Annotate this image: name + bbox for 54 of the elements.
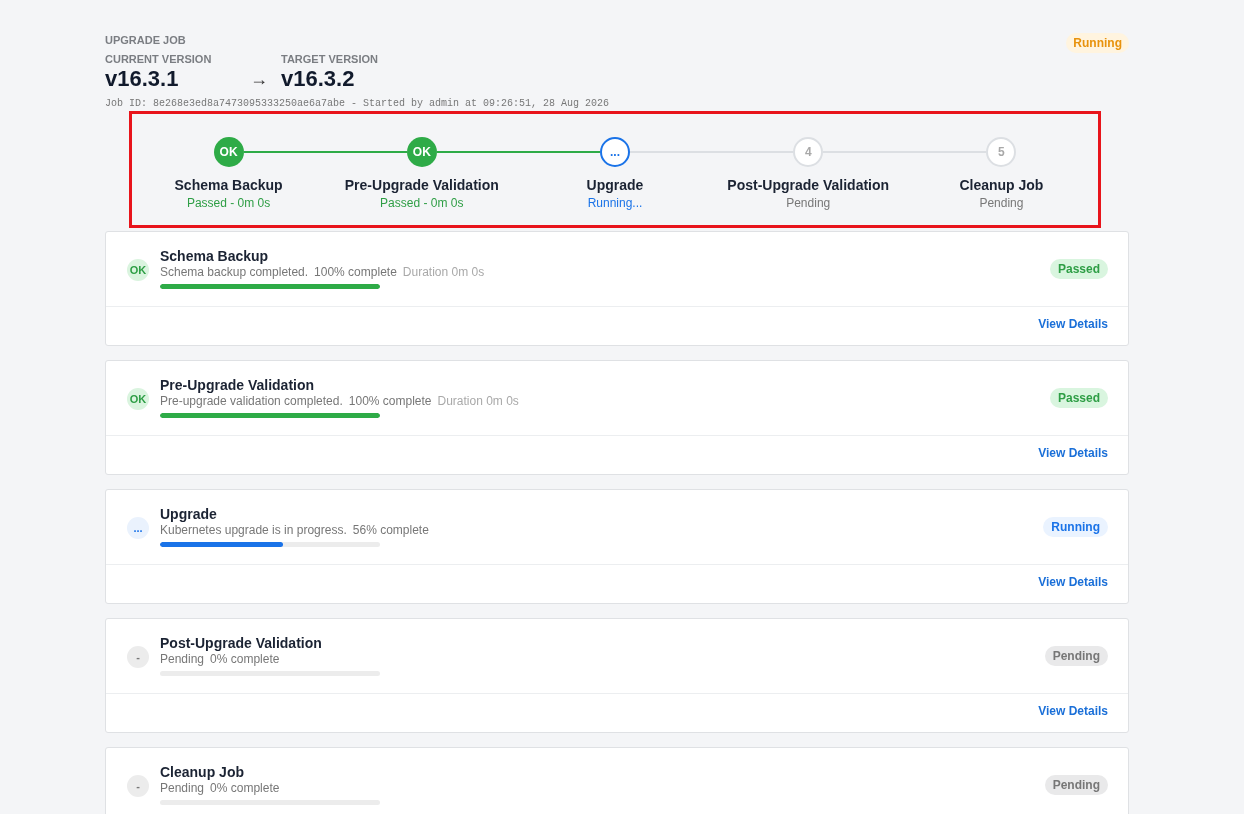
step-marker: OK [406,137,437,167]
step-name: Cleanup Job [959,177,1044,193]
step-message: Pending [160,651,205,667]
view-details-link[interactable]: View Details [1038,317,1108,331]
step-status: Pending [786,196,831,210]
step-status: Passed - 0m 0s [380,196,464,210]
card-title: Cleanup Job [160,764,245,780]
arrow-icon: → [250,66,281,92]
status-badge: Pending [1044,774,1108,795]
status-badge: Passed [1049,387,1108,408]
card-title: Upgrade [160,506,218,522]
view-details-link[interactable]: View Details [1038,704,1108,718]
version-label: TARGET VERSION [281,52,379,66]
status-badge: Passed [1049,258,1108,279]
progress-percent: 100% complete [348,393,432,409]
step-marker: ... [600,137,630,167]
duration: Duration 0m 0s [437,393,519,409]
step-status: Running... [587,196,643,210]
step-message: Pre-upgrade validation completed. [160,393,343,409]
status-marker: ... [127,516,149,539]
step-marker: OK [213,137,244,167]
view-details-link[interactable]: View Details [1038,446,1108,460]
status-badge: Pending [1044,645,1108,666]
status-badge: Running [1066,33,1129,53]
step-message: Kubernetes upgrade is in progress. [160,522,347,538]
step-marker: 5 [986,137,1017,167]
target-version: v16.3.2 [281,66,356,92]
step-name: Upgrade [586,177,644,193]
step-marker: 4 [793,137,824,167]
step-name: Schema Backup [174,177,283,193]
step-message: Schema backup completed. [160,264,309,280]
step-status: Pending [979,196,1024,210]
current-version: v16.3.1 [105,66,180,92]
view-details-link[interactable]: View Details [1038,575,1108,589]
status-marker: OK [127,258,149,281]
step-message: Pending [160,780,205,796]
job-info: Job ID: 8e268e3ed8a7473095333250ae6a7abe - Started by admin at 09:26:51, 28 Aug 2026 [105,98,610,109]
duration: Duration 0m 0s [402,264,485,280]
card-title: Pre-Upgrade Validation [160,377,316,393]
section-label: UPGRADE JOB [105,33,187,47]
status-marker: OK [127,387,149,410]
progress-percent: 100% complete [314,264,397,280]
step-name: Pre-Upgrade Validation [344,177,499,193]
step-name: Post-Upgrade Validation [727,177,890,193]
card-title: Schema Backup [160,248,270,264]
status-marker: - [127,774,149,797]
version-label: CURRENT VERSION [105,52,213,66]
status-marker: - [127,645,149,668]
progress-percent: 0% complete [210,780,280,796]
card-title: Post-Upgrade Validation [160,635,323,651]
status-badge: Running [1043,516,1108,537]
progress-percent: 56% complete [352,522,429,538]
step-status: Passed - 0m 0s [186,196,271,210]
progress-percent: 0% complete [210,651,280,667]
